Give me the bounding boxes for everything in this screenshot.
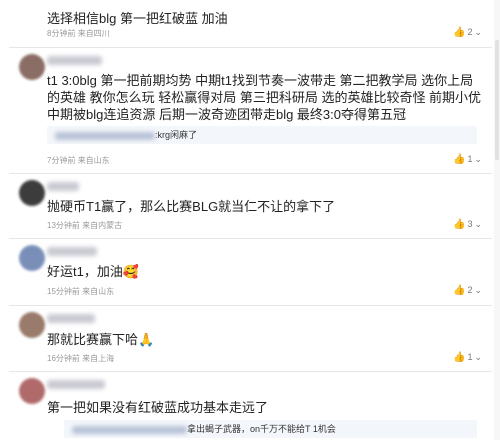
dropdown-chevron-icon[interactable]: ⌄ — [474, 352, 482, 362]
comment-text-line-2: 的英雄 教你怎么玩 轻松赢得对局 第三把科研局 选的英雄比较奇怪 前期小优 — [47, 90, 482, 105]
like-button[interactable]: 👍 3 ⌄ — [453, 219, 482, 230]
like-count: 3 — [467, 219, 473, 229]
comment-meta: 15分钟前 来自山东 — [47, 286, 114, 297]
comment-divider — [9, 238, 492, 239]
dropdown-chevron-icon[interactable]: ⌄ — [474, 219, 482, 229]
scrollbar[interactable] — [494, 0, 500, 440]
username[interactable] — [47, 380, 105, 389]
comment-text-line-1: t1 3:0blg 第一把前期均势 中期t1找到节奏一波带走 第二把教学局 选你… — [47, 73, 474, 88]
comment-meta: 7分钟前 来自山东 — [47, 155, 110, 166]
reply-text: :krg闲麻了 — [155, 130, 198, 140]
avatar[interactable] — [19, 312, 45, 338]
comment-time: 13分钟前 — [47, 221, 80, 230]
avatar[interactable] — [19, 54, 45, 80]
comment-location: 来自山东 — [77, 156, 110, 165]
username[interactable] — [47, 314, 95, 323]
comment-text: 选择相信blg 第一把红破蓝 加油 — [47, 11, 228, 26]
comment-meta: 8分钟前 来自四川 — [47, 28, 110, 39]
dropdown-chevron-icon[interactable]: ⌄ — [474, 154, 482, 164]
username[interactable] — [47, 182, 79, 191]
comment-location: 来自内蒙古 — [82, 221, 123, 230]
avatar[interactable] — [19, 378, 45, 404]
comment-text: 第一把如果没有红破蓝成功基本走远了 — [47, 400, 269, 415]
username[interactable] — [47, 247, 97, 256]
comment-time: 7分钟前 — [47, 156, 76, 165]
dropdown-chevron-icon[interactable]: ⌄ — [474, 27, 482, 37]
thumbs-up-icon: 👍 — [453, 219, 466, 230]
username[interactable] — [47, 56, 102, 65]
thumbs-up-icon: 👍 — [453, 27, 466, 38]
reply-preview[interactable]: 拿出蝎子武器，on千万不能给T 1机会 — [64, 420, 477, 438]
like-count: 2 — [467, 27, 473, 37]
comment-divider — [9, 47, 492, 48]
like-button[interactable]: 👍 1 ⌄ — [453, 154, 482, 165]
comment-text-line-3: 中期被blg连追资源 后期一波奇迹团带走blg 最终3:0夺得第五冠 — [47, 107, 406, 122]
thumbs-up-icon: 👍 — [453, 154, 466, 165]
like-count: 1 — [467, 352, 473, 362]
comment-meta: 13分钟前 来自内蒙古 — [47, 220, 122, 231]
avatar[interactable] — [19, 180, 45, 206]
comment-text: 那就比赛赢下哈🙏 — [47, 332, 155, 347]
thumbs-up-icon: 👍 — [453, 352, 466, 363]
comment-time: 8分钟前 — [47, 29, 76, 38]
thumbs-up-icon: 👍 — [453, 285, 466, 296]
comment-text: 抛硬币T1赢了，那么比赛BLG就当仁不让的拿下了 — [47, 199, 336, 214]
comment-location: 来自山东 — [82, 287, 115, 296]
avatar[interactable] — [19, 245, 45, 271]
comment-list: 选择相信blg 第一把红破蓝 加油 8分钟前 来自四川 👍 2 ⌄ t1 3:0bl… — [9, 0, 492, 440]
reply-username — [55, 131, 155, 140]
like-count: 1 — [467, 154, 473, 164]
comment-text: 好运t1，加油🥰 — [47, 264, 140, 279]
comment-divider — [9, 371, 492, 372]
reply-username — [72, 425, 187, 434]
comment-meta: 16分钟前 来自上海 — [47, 353, 114, 364]
like-button[interactable]: 👍 2 ⌄ — [453, 27, 482, 38]
dropdown-chevron-icon[interactable]: ⌄ — [474, 285, 482, 295]
reply-text: 拿出蝎子武器，on千万不能给T 1机会 — [187, 424, 336, 434]
like-count: 2 — [467, 285, 473, 295]
like-button[interactable]: 👍 1 ⌄ — [453, 352, 482, 363]
comment-location: 来自四川 — [77, 29, 110, 38]
scrollbar-thumb[interactable] — [495, 40, 499, 160]
comment-location: 来自上海 — [82, 354, 115, 363]
reply-preview[interactable]: :krg闲麻了 — [47, 126, 477, 144]
comment-time: 15分钟前 — [47, 287, 80, 296]
comment-divider — [9, 305, 492, 306]
comment-time: 16分钟前 — [47, 354, 80, 363]
comment-divider — [9, 173, 492, 174]
like-button[interactable]: 👍 2 ⌄ — [453, 285, 482, 296]
